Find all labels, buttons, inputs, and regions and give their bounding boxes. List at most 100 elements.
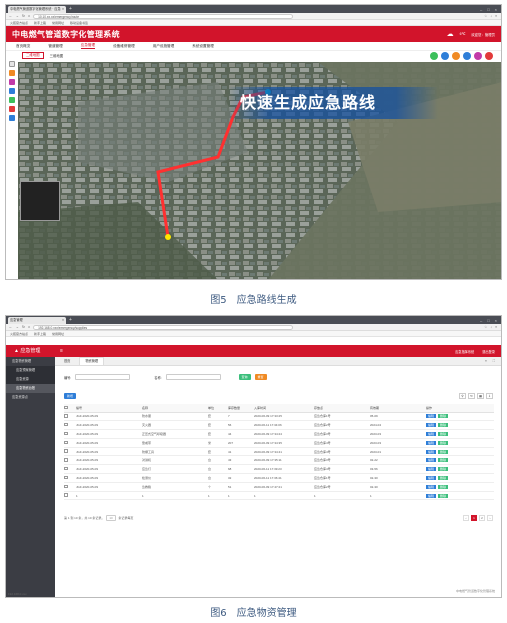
bookmark-item[interactable]: 火狐官方站点	[10, 20, 28, 25]
delete-button[interactable]: 删除	[438, 414, 449, 419]
nav-item-pipeline[interactable]: 管道管理	[48, 44, 62, 49]
bookmark-item[interactable]: 常用网址	[52, 20, 64, 25]
sidebar-item-resources[interactable]: 应急资源	[6, 375, 55, 384]
checkbox[interactable]	[64, 493, 68, 497]
page-size-select[interactable]: 10	[106, 515, 117, 521]
code-input[interactable]	[75, 374, 131, 380]
tab-scroll-icon[interactable]: »	[485, 359, 487, 363]
row-checkbox[interactable]	[64, 464, 76, 475]
row-checkbox[interactable]	[64, 447, 76, 457]
nav-item-maintenance[interactable]: 设备维修管理	[113, 44, 135, 49]
home-icon[interactable]: ⌂	[28, 325, 30, 329]
checkbox[interactable]	[64, 475, 68, 480]
delete-button[interactable]: 删除	[438, 440, 449, 445]
bookmark-item[interactable]: 移动设备书签	[70, 20, 88, 25]
row-checkbox[interactable]	[64, 412, 76, 422]
download-icon[interactable]: ↓	[490, 325, 492, 329]
export-tool-icon[interactable]	[9, 115, 15, 121]
close-icon[interactable]: ×	[62, 6, 64, 13]
checkbox[interactable]	[64, 414, 68, 418]
checkbox[interactable]	[64, 466, 68, 471]
forward-icon[interactable]: →	[16, 325, 20, 329]
table-row[interactable]: JGF-2020-05-09 警戒带米 207 2020-06-09 17:34:35…	[64, 438, 494, 448]
page-button[interactable]: 2	[479, 515, 485, 521]
fullscreen-icon[interactable]: ⛶	[493, 359, 495, 363]
nav-item-emergency[interactable]: 应急管理	[80, 43, 96, 49]
url-input[interactable]: 10.10.xx.xx/emergency/route	[33, 13, 294, 19]
table-row[interactable]: JGF-2020-05-09 灭火器套 56 2020-06-11 17:34:06 应…	[64, 420, 494, 431]
name-input[interactable]	[165, 374, 221, 380]
browser-tab[interactable]: 应急管理 ×	[8, 316, 66, 324]
edit-button[interactable]: 编辑	[426, 484, 437, 489]
edit-button[interactable]: 编辑	[426, 431, 437, 436]
bookmark-item[interactable]: 新手上路	[34, 20, 46, 25]
prev-page-button[interactable]: ‹	[463, 515, 469, 521]
delete-button[interactable]: 删除	[438, 467, 449, 472]
checkbox[interactable]	[64, 484, 68, 489]
row-checkbox[interactable]	[64, 491, 76, 501]
bookmark-item[interactable]: 常用网址	[52, 331, 64, 336]
sidebar-item-resource-points[interactable]: 应急资源点	[6, 393, 55, 402]
edit-button[interactable]: 编辑	[426, 467, 437, 472]
nav-item-settings[interactable]: 系统设置管理	[192, 44, 214, 49]
check-icon[interactable]	[441, 51, 449, 60]
reset-button[interactable]: 重置	[254, 374, 267, 380]
edit-button[interactable]: 编辑	[426, 493, 437, 498]
menu-icon[interactable]: ≡	[495, 14, 497, 18]
checkbox[interactable]	[64, 440, 68, 445]
row-checkbox[interactable]	[64, 420, 76, 431]
row-checkbox[interactable]	[64, 455, 76, 466]
checkbox[interactable]	[64, 422, 68, 427]
tab-3d-map[interactable]: 三维地图	[50, 53, 64, 58]
delete-button[interactable]: 删除	[438, 484, 449, 489]
minimize-icon[interactable]: –	[480, 7, 482, 12]
row-checkbox[interactable]	[64, 429, 76, 439]
delete-button[interactable]: 删除	[438, 493, 449, 498]
row-checkbox[interactable]	[64, 473, 76, 483]
reload-icon[interactable]: ↻	[22, 14, 25, 18]
menu-toggle-icon[interactable]: ≡	[60, 348, 63, 354]
export-icon[interactable]: ⇩	[486, 393, 493, 399]
clear-tool-icon[interactable]	[9, 106, 15, 112]
table-row[interactable]: 1 1 1 1 1 1 1 编辑 删除	[64, 491, 494, 501]
select-tool-icon[interactable]	[9, 61, 15, 67]
edit-button[interactable]: 编辑	[426, 458, 437, 463]
home-icon[interactable]: ⌂	[28, 14, 30, 18]
row-checkbox[interactable]	[64, 438, 76, 448]
row-checkbox[interactable]	[64, 482, 76, 492]
table-row[interactable]: JGF-2020-05-09 急救箱个 51 2020-06-09 17:47:21 应…	[64, 482, 494, 492]
layer-icon[interactable]	[430, 51, 438, 60]
query-tool-icon[interactable]	[9, 88, 15, 94]
download-icon[interactable]: ↓	[490, 14, 492, 18]
user-greeting[interactable]: 欢迎您：管理员	[471, 32, 495, 37]
nav-item-home[interactable]: 首页概览	[16, 44, 30, 49]
checkbox[interactable]	[64, 449, 68, 453]
layer-tool-icon[interactable]	[9, 97, 15, 103]
edit-button[interactable]: 编辑	[426, 423, 437, 428]
warning-icon[interactable]	[452, 51, 460, 60]
delete-button[interactable]: 删除	[438, 431, 449, 436]
grid-icon[interactable]: ▦	[477, 393, 484, 399]
route-start-marker[interactable]	[165, 234, 171, 240]
tab-home[interactable]: 首页	[59, 358, 75, 365]
url-input[interactable]: 192.168.0.xxx/emergency/supplies	[33, 324, 294, 330]
edit-button[interactable]: 编辑	[426, 475, 437, 480]
back-icon[interactable]: ←	[9, 325, 13, 329]
add-button[interactable]: 新增	[64, 393, 77, 399]
bookmark-item[interactable]: 火狐官方站点	[10, 331, 28, 336]
checkbox[interactable]	[64, 431, 68, 436]
maximize-icon[interactable]: □	[487, 7, 489, 12]
delete-button[interactable]: 删除	[438, 475, 449, 480]
maximize-icon[interactable]: □	[487, 318, 489, 323]
table-row[interactable]: JGF-2020-05-09 正压式空气呼吸器套 44 2020-06-09 17:3…	[64, 429, 494, 439]
reload-icon[interactable]: ↻	[22, 325, 25, 329]
bookmark-item[interactable]: 新手上路	[34, 331, 46, 336]
nav-item-user-facilities[interactable]: 用户设施管理	[153, 44, 175, 49]
menu-icon[interactable]: ≡	[495, 325, 497, 329]
edit-button[interactable]: 编辑	[426, 414, 437, 419]
checkbox[interactable]	[64, 458, 68, 462]
measure-tool-icon[interactable]	[9, 70, 15, 76]
delete-button[interactable]: 删除	[438, 449, 449, 454]
back-icon[interactable]: ←	[9, 14, 13, 18]
tab-2d-map[interactable]: 二维地图	[22, 52, 44, 59]
